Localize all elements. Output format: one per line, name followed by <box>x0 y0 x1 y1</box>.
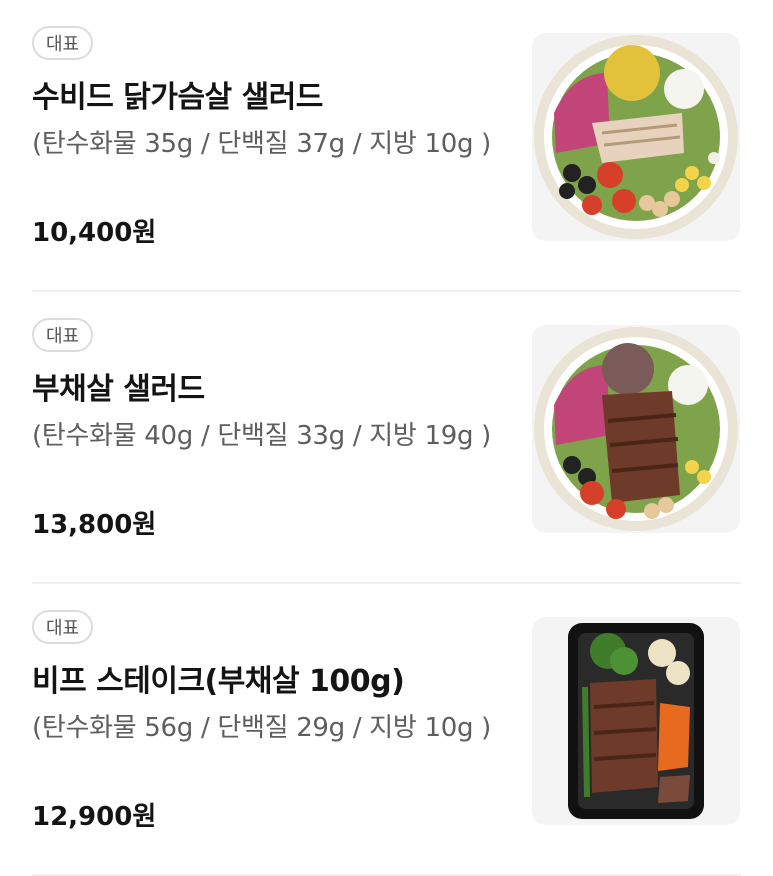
beef-steak-box-image[interactable] <box>532 617 740 825</box>
menu-item[interactable]: 대표 부채살 샐러드 (탄수화물 40g / 단백질 33g / 지방 19g … <box>0 292 773 584</box>
menu-item[interactable]: 대표 수비드 닭가슴살 샐러드 (탄수화물 35g / 단백질 37g / 지방… <box>0 0 773 292</box>
salad-beef-bowl-image[interactable] <box>532 325 740 533</box>
menu-item-name: 부채살 샐러드 <box>32 372 205 407</box>
representative-badge: 대표 <box>32 26 94 60</box>
representative-badge: 대표 <box>32 318 94 352</box>
menu-list: 대표 수비드 닭가슴살 샐러드 (탄수화물 35g / 단백질 37g / 지방… <box>0 0 773 876</box>
menu-item[interactable]: 대표 비프 스테이크(부채살 100g) (탄수화물 56g / 단백질 29g… <box>0 584 773 876</box>
menu-item-name: 수비드 닭가슴살 샐러드 <box>32 80 323 115</box>
representative-badge: 대표 <box>32 610 94 644</box>
menu-item-price: 13,800원 <box>32 510 157 540</box>
menu-item-name: 비프 스테이크(부채살 100g) <box>32 664 405 699</box>
salad-chicken-bowl-image[interactable] <box>532 33 740 241</box>
menu-item-nutrition: (탄수화물 40g / 단백질 33g / 지방 19g ) <box>32 421 491 451</box>
menu-item-nutrition: (탄수화물 35g / 단백질 37g / 지방 10g ) <box>32 129 491 159</box>
menu-item-price: 12,900원 <box>32 802 157 832</box>
menu-item-price: 10,400원 <box>32 218 157 248</box>
menu-item-nutrition: (탄수화물 56g / 단백질 29g / 지방 10g ) <box>32 713 491 743</box>
